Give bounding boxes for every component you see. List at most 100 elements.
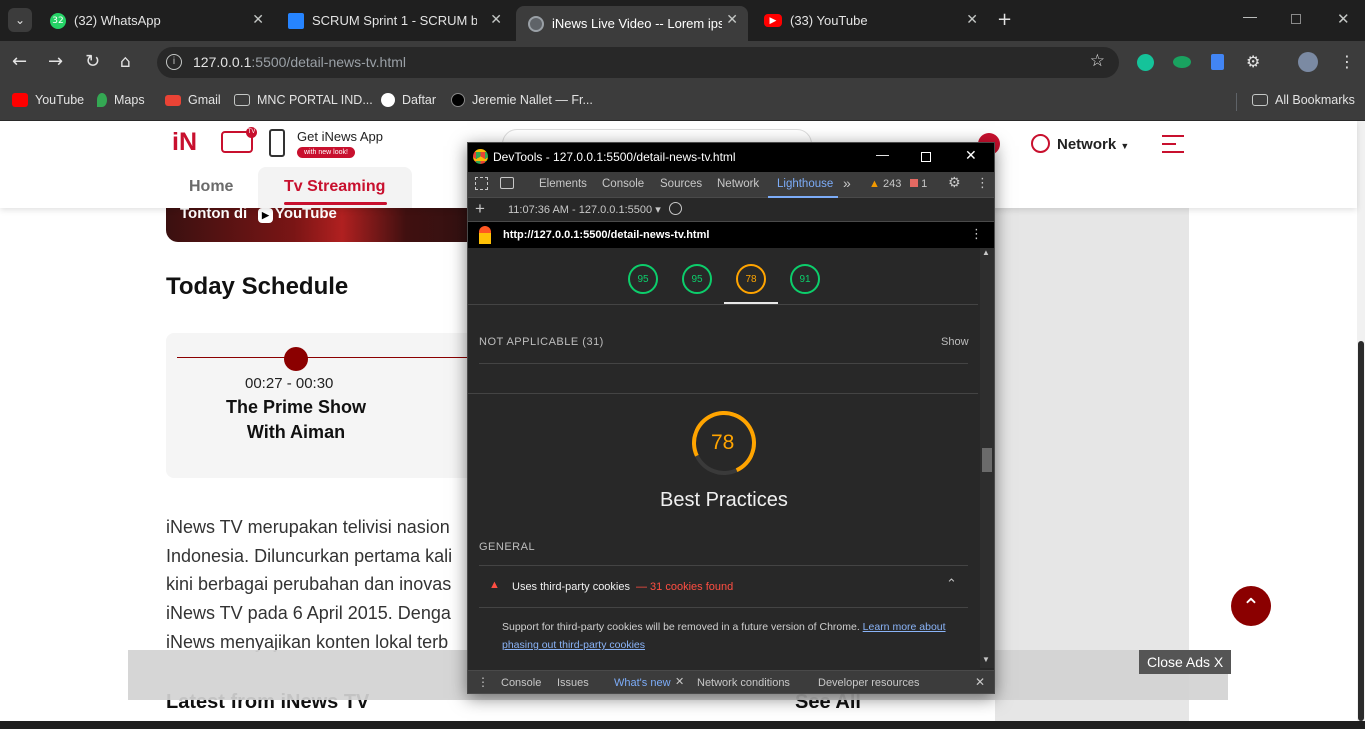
docs-extension-icon[interactable] [1211,54,1224,70]
network-menu[interactable]: Network ▼ [1057,136,1129,153]
close-tab-icon[interactable]: ✕ [490,12,502,28]
inews-tv-logo[interactable]: TV [221,127,257,153]
settings-gear-icon[interactable]: ⚙ [948,175,961,191]
bookmark-youtube[interactable]: YouTube [12,93,84,107]
scroll-up-arrow[interactable]: ▲ [982,248,990,257]
warning-icon: ▲ [869,178,880,190]
close-ads-button[interactable]: Close Ads X [1139,650,1232,674]
minimize-icon[interactable]: — [1243,8,1257,24]
report-menu-icon[interactable]: ⋮ [970,227,983,242]
more-options-icon[interactable]: ⋮ [976,176,989,191]
new-report-icon[interactable]: + [475,199,485,219]
tab-search-button[interactable]: ⌄ [8,8,32,32]
collapse-chevron-icon[interactable]: ⌃ [946,576,957,592]
bookmark-label: Maps [114,93,145,107]
clear-icon[interactable] [669,202,682,215]
get-app-title[interactable]: Get iNews App [297,129,383,144]
drawer-tab-whats-new[interactable]: What's new [614,677,671,689]
scroll-down-arrow[interactable]: ▼ [982,655,990,664]
back-icon[interactable]: ← [12,51,27,73]
timeline-line [177,357,476,358]
folder-icon [1252,94,1268,106]
drawer-tab-console[interactable]: Console [501,677,541,689]
errors-count[interactable]: 1 [910,178,927,190]
report-scrollbar[interactable]: ▲ ▼ [980,248,994,668]
restore-icon[interactable] [1291,14,1301,24]
url-host: 127.0.0.1 [193,54,252,70]
description-paragraph: iNews TV merupakan telivisi nasion Indon… [166,513,452,657]
report-url[interactable]: http://127.0.0.1:5500/detail-news-tv.htm… [503,229,709,241]
tab-console[interactable]: Console [602,178,644,190]
close-tab-icon[interactable]: ✕ [966,12,978,28]
profile-avatar[interactable] [1298,52,1318,72]
schedule-card[interactable]: 00:27 - 00:30 The Prime Show With Aiman [166,333,476,478]
nav-tv-streaming-tab[interactable]: Tv Streaming [258,167,412,208]
score-best-practices[interactable]: 78 [736,264,766,294]
video-thumbnail[interactable]: Tonton di ▶ YouTube [166,205,486,242]
page-scrollbar[interactable] [1357,121,1365,721]
close-icon[interactable]: ✕ [965,148,977,164]
warnings-count[interactable]: ▲ 243 [869,178,901,190]
inews-logo[interactable]: iN [172,128,197,157]
get-app-badge[interactable]: with new look! [297,147,355,158]
device-toolbar-icon[interactable] [500,177,514,189]
bookmark-gmail[interactable]: Gmail [165,93,221,107]
minimize-icon[interactable]: — [876,147,889,162]
bookmark-daftar[interactable]: Daftar [381,93,436,107]
tab-lighthouse[interactable]: Lighthouse [777,178,833,190]
tab-sources[interactable]: Sources [660,178,702,190]
show-line-2: With Aiman [246,422,346,442]
close-tab-icon[interactable]: ✕ [252,12,264,28]
tab-scrum[interactable]: SCRUM Sprint 1 - SCRUM board ✕ [276,6,512,35]
extension-eye-icon[interactable] [1173,56,1191,68]
bookmark-jeremie[interactable]: Jeremie Nallet — Fr... [451,93,593,107]
tab-youtube[interactable]: ▶ (33) YouTube ✕ [752,6,988,35]
scroll-to-top-button[interactable]: ⌃ [1231,586,1271,626]
home-icon[interactable]: ⌂ [120,51,131,73]
all-bookmarks[interactable]: All Bookmarks [1252,93,1355,107]
menu-kebab-icon[interactable]: ⋮ [1339,52,1355,71]
drawer-tab-network-conditions[interactable]: Network conditions [697,677,790,689]
hamburger-menu-icon[interactable] [1162,135,1184,153]
tab-whatsapp[interactable]: 32 (32) WhatsApp ✕ [38,6,274,35]
close-drawer-icon[interactable]: ✕ [975,675,985,689]
close-drawer-tab-icon[interactable]: ✕ [675,675,684,688]
show-button[interactable]: Show [941,336,969,348]
nav-home[interactable]: Home [189,178,233,196]
report-selector[interactable]: 11:07:36 AM - 127.0.0.1:5500 ▾ [508,203,661,216]
score-accessibility[interactable]: 95 [682,264,712,294]
divider [479,565,968,566]
tab-network[interactable]: Network [717,178,759,190]
inspect-element-icon[interactable] [475,177,488,190]
audit-third-party-cookies[interactable]: ▲ Uses third-party cookies — 31 cookies … [479,573,968,607]
address-bar[interactable]: i 127.0.0.1:5500/detail-news-tv.html ☆ [157,47,1119,78]
show-line-1: The Prime Show [225,397,367,417]
bookmark-maps[interactable]: Maps [97,93,145,107]
maximize-icon[interactable] [921,152,931,162]
more-tabs-icon[interactable]: » [843,175,851,191]
score-performance[interactable]: 95 [628,264,658,294]
tab-inews[interactable]: iNews Live Video -- Lorem ipsum ✕ [516,6,748,41]
tv-badge: TV [246,127,257,138]
divider [479,363,968,364]
page-scroll-thumb[interactable] [1358,341,1364,721]
reload-icon[interactable]: ↻ [85,51,100,73]
score-seo[interactable]: 91 [790,264,820,294]
forward-icon[interactable]: → [48,51,63,73]
tab-elements[interactable]: Elements [539,178,587,190]
close-tab-icon[interactable]: ✕ [726,12,738,28]
drawer-tab-developer-resources[interactable]: Developer resources [818,677,920,689]
bookmark-star-icon[interactable]: ☆ [1090,51,1105,71]
extensions-puzzle-icon[interactable]: ⚙ [1246,52,1260,71]
bookmark-folder-mnc[interactable]: MNC PORTAL IND... [234,93,373,107]
drawer-menu-icon[interactable]: ⋮ [477,675,489,689]
tab-title: SCRUM Sprint 1 - SCRUM board [312,13,477,28]
close-window-icon[interactable]: ✕ [1337,10,1350,28]
url-text[interactable]: 127.0.0.1:5500/detail-news-tv.html [193,54,406,70]
new-tab-button[interactable]: + [997,9,1012,30]
toolbar: ← → ↻ ⌂ i 127.0.0.1:5500/detail-news-tv.… [0,41,1365,83]
drawer-tab-issues[interactable]: Issues [557,677,589,689]
site-info-icon[interactable]: i [166,54,182,70]
grammarly-icon[interactable] [1137,54,1154,71]
report-scroll-thumb[interactable] [982,448,992,472]
